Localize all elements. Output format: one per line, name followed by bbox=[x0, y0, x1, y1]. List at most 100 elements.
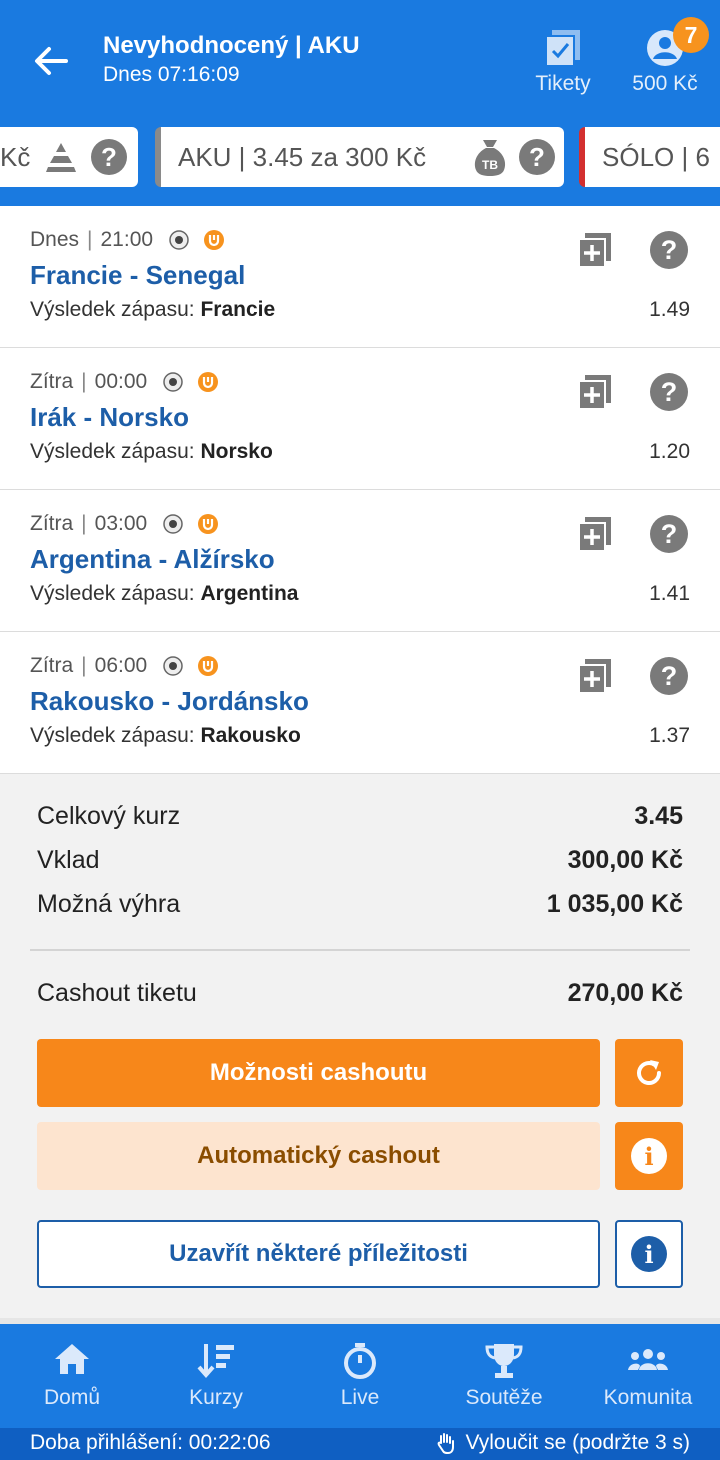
event-meta: Dnes | 21:00 bbox=[30, 228, 225, 252]
event-odds: 1.41 bbox=[649, 582, 690, 605]
live-stream-icon bbox=[198, 372, 219, 392]
event-pick: Rakousko bbox=[200, 724, 301, 747]
event-market: Výsledek zápasu: bbox=[30, 582, 195, 605]
nav-item-community[interactable]: Komunita bbox=[576, 1324, 720, 1428]
bottom-navigation: Domů Kurzy Live Soutěže Komunita bbox=[0, 1324, 720, 1428]
nav-label: Komunita bbox=[603, 1386, 693, 1409]
possible-win-value: 1 035,00 Kč bbox=[546, 890, 683, 918]
total-odds-row: Celkový kurz 3.45 bbox=[37, 802, 683, 831]
soccer-ball-icon bbox=[163, 372, 183, 392]
ticket-card-next[interactable]: SÓLO | 6 bbox=[579, 127, 720, 187]
nav-item-home[interactable]: Domů bbox=[0, 1324, 144, 1428]
event-help-icon[interactable]: ? bbox=[650, 657, 688, 695]
community-icon bbox=[628, 1349, 668, 1370]
login-duration: Doba přihlášení: 00:22:06 bbox=[30, 1431, 271, 1454]
stake-value: 300,00 Kč bbox=[567, 846, 683, 874]
pyramid-icon bbox=[46, 143, 76, 172]
cashout-options-button[interactable]: Možnosti cashoutu bbox=[37, 1039, 600, 1107]
event-time: 03:00 bbox=[94, 512, 148, 535]
trophy-icon bbox=[485, 1344, 523, 1378]
event-pick: Francie bbox=[200, 298, 276, 321]
live-stream-icon bbox=[204, 230, 225, 250]
home-icon bbox=[55, 1344, 89, 1374]
add-to-ticket-icon[interactable] bbox=[577, 231, 613, 269]
event-name-link[interactable]: Francie - Senegal bbox=[30, 260, 245, 291]
nav-item-live[interactable]: Live bbox=[288, 1324, 432, 1428]
app-header: Nevyhodnocený | AKU Dnes 07:16:09 Tikety… bbox=[0, 0, 720, 130]
add-to-ticket-icon[interactable] bbox=[577, 657, 613, 695]
event-selection: Výsledek zápasu: Francie bbox=[30, 298, 275, 322]
nav-label: Live bbox=[340, 1386, 380, 1409]
event-day: Dnes bbox=[30, 228, 80, 251]
nav-label: Domů bbox=[43, 1386, 101, 1409]
event-market: Výsledek zápasu: bbox=[30, 298, 195, 321]
self-exclude-button[interactable]: Vyloučit se (podržte 3 s) bbox=[436, 1431, 690, 1455]
event-pick: Norsko bbox=[200, 440, 273, 463]
nav-item-odds[interactable]: Kurzy bbox=[144, 1324, 288, 1428]
possible-win-label: Možná výhra bbox=[37, 890, 181, 918]
ticket-strip[interactable]: Kč ? AKU | 3.45 za 300 Kč TB ? SÓLO | 6 bbox=[0, 118, 720, 206]
cashout-row: Cashout tiketu 270,00 Kč bbox=[37, 979, 683, 1008]
add-to-ticket-icon[interactable] bbox=[577, 373, 613, 411]
summary-divider bbox=[30, 949, 690, 951]
event-row: Zítra | 00:00 Irák - Norsko Výsledek zápas… bbox=[0, 348, 720, 490]
event-day: Zítra bbox=[30, 654, 74, 677]
ticket-card-previous[interactable]: Kč ? bbox=[0, 127, 138, 187]
back-button[interactable] bbox=[28, 40, 74, 82]
event-market: Výsledek zápasu: bbox=[30, 724, 195, 747]
ticket-summary: Celkový kurz 3.45 Vklad 300,00 Kč Možná … bbox=[0, 774, 720, 1322]
auto-cashout-button[interactable]: Automatický cashout bbox=[37, 1122, 600, 1190]
event-list: Dnes | 21:00 Francie - Senegal Výsledek zá… bbox=[0, 206, 720, 774]
event-row: Zítra | 03:00 Argentina - Alžírsko Výslede… bbox=[0, 490, 720, 632]
event-row: Dnes | 21:00 Francie - Senegal Výsledek zá… bbox=[0, 206, 720, 348]
auto-cashout-info-button[interactable]: i bbox=[615, 1122, 683, 1190]
tickets-button[interactable]: Tikety bbox=[528, 26, 598, 98]
stake-label: Vklad bbox=[37, 846, 100, 874]
info-icon: i bbox=[631, 1138, 667, 1174]
possible-win-row: Možná výhra 1 035,00 Kč bbox=[37, 890, 683, 919]
nav-item-competitions[interactable]: Soutěže bbox=[432, 1324, 576, 1428]
soccer-ball-icon bbox=[163, 514, 183, 534]
refresh-cashout-button[interactable] bbox=[615, 1039, 683, 1107]
event-meta: Zítra | 00:00 bbox=[30, 370, 219, 394]
event-name-link[interactable]: Rakousko - Jordánsko bbox=[30, 686, 309, 717]
nav-label: Soutěže bbox=[465, 1386, 543, 1409]
event-market: Výsledek zápasu: bbox=[30, 440, 195, 463]
ticket-card-current[interactable]: AKU | 3.45 za 300 Kč TB ? bbox=[155, 127, 564, 187]
event-time: 00:00 bbox=[94, 370, 148, 393]
stake-row: Vklad 300,00 Kč bbox=[37, 846, 683, 875]
cashout-value: 270,00 Kč bbox=[567, 979, 683, 1007]
event-selection: Výsledek zápasu: Argentina bbox=[30, 582, 298, 606]
event-meta: Zítra | 06:00 bbox=[30, 654, 219, 678]
add-to-ticket-icon[interactable] bbox=[577, 515, 613, 553]
close-some-bets-button[interactable]: Uzavřít některé příležitosti bbox=[37, 1220, 600, 1288]
event-odds: 1.49 bbox=[649, 298, 690, 321]
close-some-info-button[interactable]: i bbox=[615, 1220, 683, 1288]
cashout-label: Cashout tiketu bbox=[37, 979, 197, 1007]
event-help-icon[interactable]: ? bbox=[650, 231, 688, 269]
event-help-icon[interactable]: ? bbox=[650, 373, 688, 411]
tickets-label: Tikety bbox=[535, 72, 591, 95]
event-name-link[interactable]: Argentina - Alžírsko bbox=[30, 544, 275, 575]
event-selection: Výsledek zápasu: Norsko bbox=[30, 440, 273, 464]
ticket-card-previous-label: Kč bbox=[0, 141, 31, 172]
session-status-bar: Doba přihlášení: 00:22:06 Vyloučit se (p… bbox=[0, 1428, 720, 1460]
event-odds: 1.20 bbox=[649, 440, 690, 463]
total-odds-value: 3.45 bbox=[634, 802, 683, 830]
help-icon[interactable]: ? bbox=[519, 139, 555, 175]
event-selection: Výsledek zápasu: Rakousko bbox=[30, 724, 301, 748]
page-title: Nevyhodnocený | AKU bbox=[103, 32, 360, 59]
info-icon: i bbox=[631, 1236, 667, 1272]
event-day: Zítra bbox=[30, 512, 74, 535]
live-stream-icon bbox=[198, 656, 219, 676]
help-icon[interactable]: ? bbox=[91, 139, 127, 175]
event-odds: 1.37 bbox=[649, 724, 690, 747]
event-help-icon[interactable]: ? bbox=[650, 515, 688, 553]
refresh-icon bbox=[637, 1060, 661, 1085]
event-name-link[interactable]: Irák - Norsko bbox=[30, 402, 189, 433]
live-stream-icon bbox=[198, 514, 219, 534]
tickets-icon bbox=[545, 30, 580, 67]
notification-badge: 7 bbox=[673, 17, 709, 53]
nav-label: Kurzy bbox=[189, 1386, 243, 1409]
ticket-card-next-label: SÓLO | 6 bbox=[602, 141, 710, 172]
